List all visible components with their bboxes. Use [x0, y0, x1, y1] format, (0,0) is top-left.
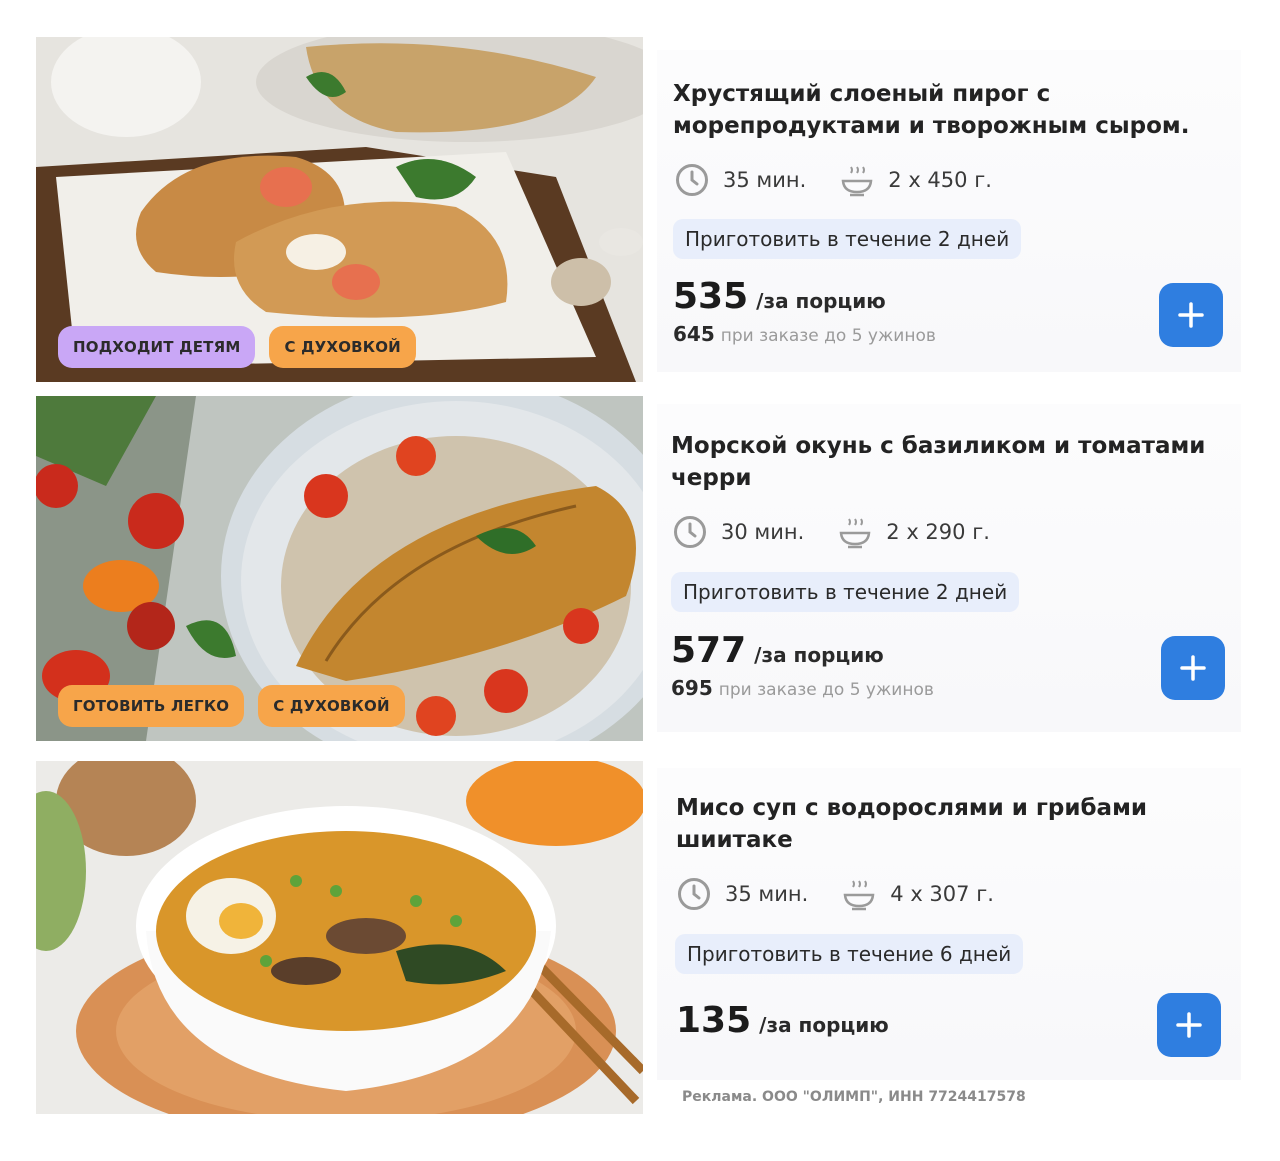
cook-time: 30 мин.	[673, 515, 804, 549]
price-row: 135 /за порцию	[676, 1000, 889, 1041]
cook-time-value: 35 мин.	[723, 168, 807, 192]
price-value: 535	[673, 276, 749, 317]
portion-size: 4 х 307 г.	[842, 877, 994, 911]
product-card-seabass[interactable]: Морской окунь с базиликом и томатами чер…	[657, 404, 1241, 732]
price-unit: /за порцию	[756, 289, 886, 313]
tag-list: ПОДХОДИТ ДЕТЯМ С ДУХОВКОЙ	[58, 326, 416, 368]
clock-icon	[674, 516, 706, 548]
portion-size-value: 2 х 290 г.	[886, 520, 990, 544]
miso-photo	[36, 761, 643, 1114]
bowl-icon	[839, 518, 871, 549]
tag-oven: С ДУХОВКОЙ	[258, 685, 405, 727]
product-title[interactable]: Морской окунь с базиликом и томатами чер…	[671, 430, 1211, 494]
clock-icon	[678, 878, 710, 910]
price-value: 135	[676, 1000, 752, 1041]
price-row: 577 /за порцию	[671, 630, 884, 671]
product-title[interactable]: Хрустящий слоеный пирог с морепродуктами…	[673, 78, 1213, 142]
alt-price-note: при заказе до 5 ужинов	[718, 680, 934, 700]
tag-easy: ГОТОВИТЬ ЛЕГКО	[58, 685, 245, 727]
product-image-seabass[interactable]: ГОТОВИТЬ ЛЕГКО С ДУХОВКОЙ	[36, 396, 643, 741]
plus-icon	[1178, 302, 1204, 328]
product-image-pie[interactable]: ПОДХОДИТ ДЕТЯМ С ДУХОВКОЙ	[36, 37, 643, 382]
cook-within-badge: Приготовить в течение 6 дней	[675, 934, 1024, 974]
plus-icon	[1180, 655, 1206, 681]
price-unit: /за порцию	[754, 643, 884, 667]
cook-within-badge: Приготовить в течение 2 дней	[673, 219, 1022, 259]
portion-size: 2 х 450 г.	[840, 163, 992, 197]
product-meta: 30 мин. 2 х 290 г.	[673, 514, 1024, 550]
portion-size-value: 2 х 450 г.	[888, 168, 992, 192]
alt-price-row: 695 при заказе до 5 ужинов	[671, 676, 934, 700]
price-unit: /за порцию	[759, 1013, 889, 1037]
product-meta: 35 мин. 4 х 307 г.	[677, 876, 1028, 912]
portion-size-value: 4 х 307 г.	[890, 882, 994, 906]
alt-price-value: 645	[673, 322, 715, 346]
tag-list: ГОТОВИТЬ ЛЕГКО С ДУХОВКОЙ	[58, 685, 405, 727]
bowl-icon	[841, 166, 873, 197]
cook-time: 35 мин.	[675, 163, 806, 197]
price-value: 577	[671, 630, 747, 671]
price-row: 535 /за порцию	[673, 276, 886, 317]
product-image-miso[interactable]	[36, 761, 643, 1114]
alt-price-row: 645 при заказе до 5 ужинов	[673, 322, 936, 346]
add-button[interactable]	[1159, 283, 1223, 347]
alt-price-value: 695	[671, 676, 713, 700]
plus-icon	[1176, 1012, 1202, 1038]
cook-within-badge: Приготовить в течение 2 дней	[671, 572, 1020, 612]
tag-kids: ПОДХОДИТ ДЕТЯМ	[58, 326, 256, 368]
product-title[interactable]: Мисо суп с водорослями и грибами шиитаке	[676, 792, 1216, 856]
cook-time-value: 35 мин.	[725, 882, 809, 906]
product-meta: 35 мин. 2 х 450 г.	[675, 162, 1026, 198]
product-card-pie[interactable]: Хрустящий слоеный пирог с морепродуктами…	[657, 50, 1241, 372]
tag-oven: С ДУХОВКОЙ	[269, 326, 416, 368]
product-card-miso[interactable]: Мисо суп с водорослями и грибами шиитаке…	[657, 768, 1241, 1080]
alt-price-note: при заказе до 5 ужинов	[720, 326, 936, 346]
cook-time: 35 мин.	[677, 877, 808, 911]
clock-icon	[676, 164, 708, 196]
add-button[interactable]	[1161, 636, 1225, 700]
ad-disclaimer: Реклама. ООО "ОЛИМП", ИНН 7724417578	[682, 1089, 1026, 1105]
add-button[interactable]	[1157, 993, 1221, 1057]
bowl-icon	[843, 880, 875, 911]
cook-time-value: 30 мин.	[721, 520, 805, 544]
portion-size: 2 х 290 г.	[838, 515, 990, 549]
